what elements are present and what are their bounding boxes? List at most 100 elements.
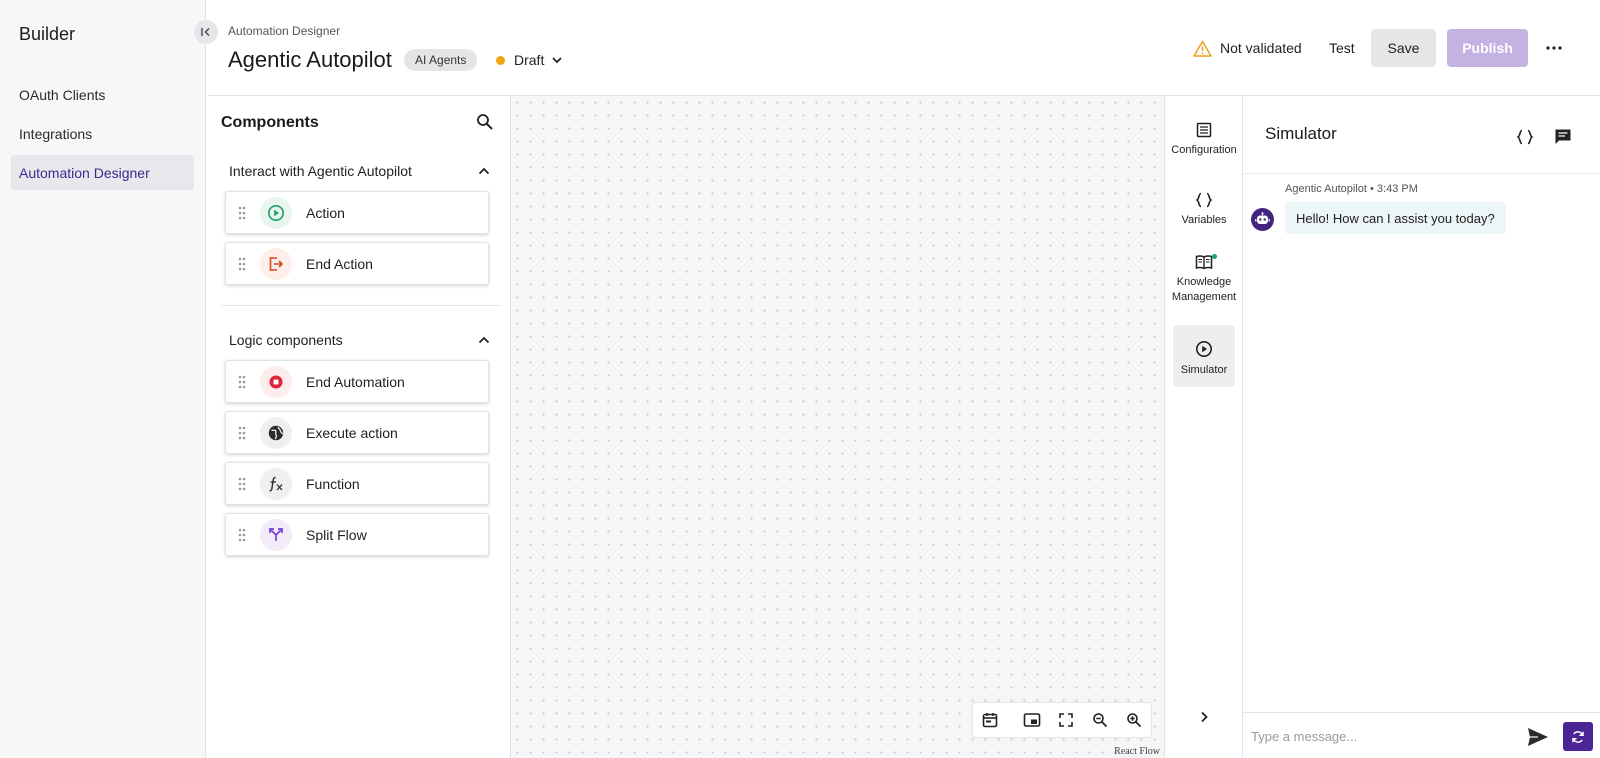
react-flow-attribution[interactable]: React Flow bbox=[1114, 746, 1160, 757]
refresh-icon bbox=[1572, 730, 1584, 743]
chevron-down-icon bbox=[552, 57, 562, 64]
simulator-title: Simulator bbox=[1265, 124, 1337, 143]
nav-item-automation-designer[interactable]: Automation Designer bbox=[11, 155, 194, 190]
section-interact[interactable]: Interact with Agentic Autopilot bbox=[229, 160, 491, 182]
rail-item-label: Knowledge Management bbox=[1171, 276, 1237, 303]
breadcrumb[interactable]: Automation Designer bbox=[228, 24, 340, 38]
components-search-button[interactable] bbox=[475, 112, 495, 132]
test-button[interactable]: Test bbox=[1319, 29, 1365, 67]
component-label: Action bbox=[306, 204, 345, 221]
rail-item-label: Variables bbox=[1181, 214, 1227, 226]
drag-handle-icon[interactable] bbox=[237, 375, 247, 389]
expand-rail-button[interactable] bbox=[1193, 706, 1215, 728]
left-nav: Builder OAuth Clients Integrations Autom… bbox=[0, 0, 206, 758]
chevron-up-icon bbox=[478, 336, 490, 344]
minimap-icon bbox=[1023, 713, 1041, 727]
warning-icon bbox=[1193, 40, 1212, 57]
bot-avatar bbox=[1251, 208, 1274, 231]
zoom-in-button[interactable] bbox=[1117, 703, 1151, 737]
status-dot bbox=[496, 55, 505, 65]
fullscreen-icon bbox=[1059, 713, 1073, 727]
component-function[interactable]: Function bbox=[225, 462, 489, 505]
collapse-left-icon bbox=[201, 28, 210, 36]
status-dropdown[interactable]: Draft bbox=[496, 50, 564, 70]
simulator-panel: Simulator Agentic Autopilot • 3:43 PM He… bbox=[1243, 96, 1600, 758]
rail-item-variables[interactable]: Variables bbox=[1173, 192, 1235, 234]
drag-handle-icon[interactable] bbox=[237, 257, 247, 271]
calendar-icon bbox=[982, 713, 998, 728]
components-title: Components bbox=[221, 114, 319, 131]
flow-canvas[interactable]: React Flow bbox=[511, 96, 1164, 758]
collapse-nav-button[interactable] bbox=[194, 20, 218, 44]
rail-item-knowledge-management[interactable]: Knowledge Management bbox=[1171, 254, 1237, 312]
component-label: End Action bbox=[306, 255, 373, 272]
section-title: Interact with Agentic Autopilot bbox=[229, 163, 412, 179]
knowledge-status-dot bbox=[1212, 254, 1217, 259]
simulator-chat-button[interactable] bbox=[1552, 126, 1574, 148]
globe-icon bbox=[260, 416, 292, 449]
nav-list: OAuth Clients Integrations Automation De… bbox=[11, 77, 194, 194]
rail-item-configuration[interactable]: Configuration bbox=[1171, 122, 1237, 164]
simulator-variables-button[interactable] bbox=[1514, 126, 1536, 148]
bot-message: Hello! How can I assist you today? bbox=[1285, 202, 1506, 234]
components-panel: Components Interact with Agentic Autopil… bbox=[207, 96, 511, 758]
component-action[interactable]: Action bbox=[225, 191, 489, 234]
nav-item-oauth-clients[interactable]: OAuth Clients bbox=[11, 77, 194, 112]
zoom-in-icon bbox=[1127, 713, 1142, 728]
message-input[interactable] bbox=[1251, 723, 1511, 749]
publish-button[interactable]: Publish bbox=[1447, 29, 1528, 67]
more-horizontal-icon bbox=[1546, 46, 1562, 50]
category-tag: AI Agents bbox=[404, 49, 478, 71]
nav-item-integrations[interactable]: Integrations bbox=[11, 116, 194, 151]
simulator-header: Simulator bbox=[1243, 96, 1600, 174]
split-icon bbox=[260, 518, 292, 551]
validation-status: Not validated bbox=[1193, 38, 1302, 58]
chat-icon bbox=[1555, 129, 1571, 144]
drag-handle-icon[interactable] bbox=[237, 477, 247, 491]
list-icon bbox=[1196, 122, 1212, 138]
rail-item-label: Configuration bbox=[1171, 144, 1237, 156]
robot-icon bbox=[1255, 212, 1270, 224]
top-header: Automation Designer Agentic Autopilot AI… bbox=[207, 0, 1600, 96]
chevron-up-icon bbox=[478, 167, 490, 175]
zoom-out-button[interactable] bbox=[1083, 703, 1117, 737]
status-label: Draft bbox=[514, 52, 545, 68]
component-split-flow[interactable]: Split Flow bbox=[225, 513, 489, 556]
right-rail: Configuration Variables Knowledge Manage… bbox=[1164, 96, 1243, 758]
calendar-button[interactable] bbox=[973, 703, 1007, 737]
section-divider bbox=[221, 305, 501, 306]
fit-view-button[interactable] bbox=[1049, 703, 1083, 737]
message-composer bbox=[1243, 712, 1600, 758]
send-icon bbox=[1528, 728, 1548, 746]
component-label: Function bbox=[306, 475, 360, 492]
zoom-out-icon bbox=[1093, 713, 1108, 728]
chevron-right-icon bbox=[1201, 711, 1208, 723]
nav-title: Builder bbox=[19, 24, 76, 44]
validation-label: Not validated bbox=[1220, 40, 1302, 56]
play-circle-icon bbox=[260, 196, 292, 229]
book-icon bbox=[1195, 255, 1213, 270]
play-circle-icon bbox=[1196, 341, 1212, 357]
component-end-action[interactable]: End Action bbox=[225, 242, 489, 285]
minimap-button[interactable] bbox=[1015, 703, 1049, 737]
drag-handle-icon[interactable] bbox=[237, 206, 247, 220]
rail-item-label: Simulator bbox=[1180, 364, 1228, 376]
save-button[interactable]: Save bbox=[1371, 29, 1436, 67]
component-end-automation[interactable]: End Automation bbox=[225, 360, 489, 403]
braces-icon bbox=[1195, 192, 1213, 208]
drag-handle-icon[interactable] bbox=[237, 528, 247, 542]
more-options-button[interactable] bbox=[1542, 36, 1566, 60]
exit-icon bbox=[260, 247, 292, 280]
component-label: Execute action bbox=[306, 424, 398, 441]
section-logic[interactable]: Logic components bbox=[229, 329, 491, 351]
page-title: Agentic Autopilot bbox=[228, 47, 392, 72]
message-meta: Agentic Autopilot • 3:43 PM bbox=[1285, 183, 1418, 195]
function-icon bbox=[260, 467, 292, 500]
component-execute-action[interactable]: Execute action bbox=[225, 411, 489, 454]
rail-item-simulator[interactable]: Simulator bbox=[1173, 325, 1235, 387]
canvas-toolbar bbox=[973, 703, 1151, 737]
reset-conversation-button[interactable] bbox=[1563, 722, 1593, 751]
section-title: Logic components bbox=[229, 332, 343, 348]
drag-handle-icon[interactable] bbox=[237, 426, 247, 440]
send-button[interactable] bbox=[1526, 725, 1550, 749]
